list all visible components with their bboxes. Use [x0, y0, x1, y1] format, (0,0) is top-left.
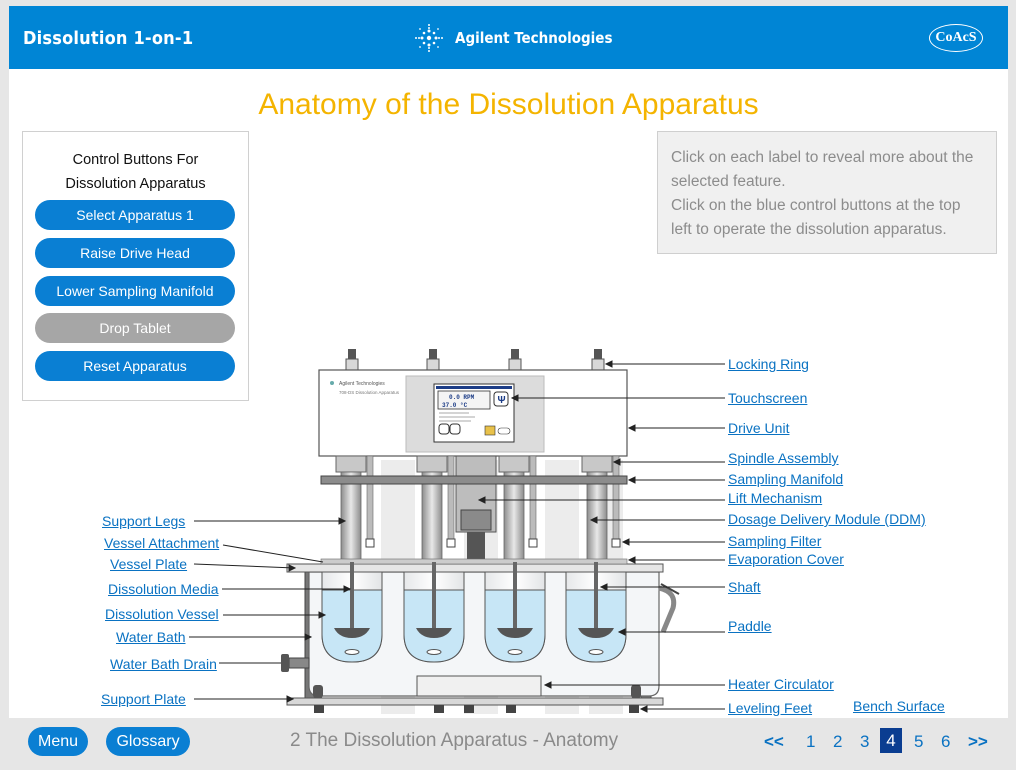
label-locking-ring[interactable]: Locking Ring — [728, 356, 809, 372]
label-support-legs[interactable]: Support Legs — [102, 513, 185, 529]
apparatus-model-text: 708-DS Dissolution Apparatus — [339, 390, 400, 395]
agilent-spark-icon — [415, 24, 443, 52]
top-bar: Dissolution 1-on-1 Agilent Technologies … — [9, 6, 1008, 69]
page-title: Anatomy of the Dissolution Apparatus — [258, 88, 759, 121]
label-drive-unit[interactable]: Drive Unit — [728, 420, 789, 436]
support-legs — [304, 567, 652, 703]
vessel-plate — [286, 563, 664, 573]
water-bath-drain — [281, 654, 310, 672]
sampling-manifold — [320, 475, 628, 485]
label-bench-surface[interactable]: Bench Surface — [853, 698, 945, 714]
bottom-bar: Menu Glossary 2 The Dissolution Apparatu… — [0, 718, 1016, 770]
prev-page-button[interactable]: << — [764, 732, 784, 752]
label-leveling-feet[interactable]: Leveling Feet — [728, 700, 812, 716]
page-2-link[interactable]: 2 — [833, 732, 842, 752]
label-evaporation-cover[interactable]: Evaporation Cover — [728, 551, 844, 567]
heater-hose — [658, 585, 677, 633]
label-sampling-filter[interactable]: Sampling Filter — [728, 533, 821, 549]
label-paddle[interactable]: Paddle — [728, 618, 772, 634]
label-heater-circulator[interactable]: Heater Circulator — [728, 676, 834, 692]
label-dissolution-media[interactable]: Dissolution Media — [108, 581, 219, 597]
label-dosage-delivery-module[interactable]: Dosage Delivery Module (DDM) — [728, 511, 926, 527]
glossary-button[interactable]: Glossary — [106, 727, 190, 756]
agilent-brand: Agilent Technologies — [413, 22, 613, 54]
raise-drive-head-button[interactable]: Raise Drive Head — [35, 238, 235, 268]
leveling-feet — [313, 685, 641, 713]
evaporation-cover — [320, 558, 628, 565]
page-4-current[interactable]: 4 — [880, 728, 902, 753]
drive-unit: Agilent Technologies 708-DS Dissolution … — [318, 369, 628, 457]
brand-name: Agilent Technologies — [455, 29, 613, 47]
leader-lines-right — [477, 360, 725, 713]
instructions-box: Click on each label to reveal more about… — [657, 131, 997, 254]
control-title-line1: Control Buttons For — [72, 152, 199, 168]
locking-rings — [345, 349, 605, 372]
label-spindle-assembly[interactable]: Spindle Assembly — [728, 450, 839, 466]
select-apparatus-button[interactable]: Select Apparatus 1 — [35, 200, 235, 230]
page-6-link[interactable]: 6 — [941, 732, 950, 752]
instruction-line-2: Click on the blue control buttons at the… — [671, 197, 961, 238]
menu-button[interactable]: Menu — [28, 727, 88, 756]
rpm-readout: 0.0 RPM — [449, 394, 475, 401]
reset-apparatus-button[interactable]: Reset Apparatus — [35, 351, 235, 381]
label-sampling-manifold[interactable]: Sampling Manifold — [728, 471, 843, 487]
support-plate — [286, 697, 664, 706]
label-water-bath[interactable]: Water Bath — [116, 629, 186, 645]
label-shaft[interactable]: Shaft — [728, 579, 761, 595]
app-title: Dissolution 1-on-1 — [23, 28, 194, 49]
label-water-bath-drain[interactable]: Water Bath Drain — [110, 656, 217, 672]
control-panel: Control Buttons For Dissolution Apparatu… — [22, 131, 249, 401]
instruction-line-1: Click on each label to reveal more about… — [671, 149, 974, 190]
next-page-button[interactable]: >> — [968, 732, 988, 752]
lower-sampling-manifold-button[interactable]: Lower Sampling Manifold — [35, 276, 235, 306]
apparatus-brand-text: Agilent Technologies — [339, 381, 385, 387]
label-lift-mechanism[interactable]: Lift Mechanism — [728, 490, 822, 506]
control-panel-title: Control Buttons For Dissolution Apparatu… — [23, 148, 248, 196]
spindles — [335, 455, 621, 563]
lift-mechanism — [455, 455, 497, 562]
label-vessel-plate[interactable]: Vessel Plate — [110, 556, 187, 572]
label-support-plate[interactable]: Support Plate — [101, 691, 186, 707]
heater-circulator — [416, 675, 542, 697]
vessels — [321, 562, 627, 663]
section-title: 2 The Dissolution Apparatus - Anatomy — [290, 730, 619, 751]
background-columns — [381, 460, 623, 714]
page-3-link[interactable]: 3 — [860, 732, 869, 752]
control-title-line2: Dissolution Apparatus — [65, 176, 206, 192]
page-1-link[interactable]: 1 — [806, 732, 815, 752]
label-touchscreen[interactable]: Touchscreen — [728, 390, 807, 406]
drop-tablet-button[interactable]: Drop Tablet — [35, 313, 235, 343]
page-5-link[interactable]: 5 — [914, 732, 923, 752]
coacs-logo: CoAcS — [929, 24, 983, 52]
svg-text:Ψ: Ψ — [498, 395, 506, 406]
temp-readout: 37.0 °C — [442, 402, 468, 409]
water-bath — [308, 571, 660, 697]
label-dissolution-vessel[interactable]: Dissolution Vessel — [105, 606, 219, 622]
label-vessel-attachment[interactable]: Vessel Attachment — [104, 535, 219, 551]
main-panel: Dissolution 1-on-1 Agilent Technologies … — [9, 6, 1008, 718]
